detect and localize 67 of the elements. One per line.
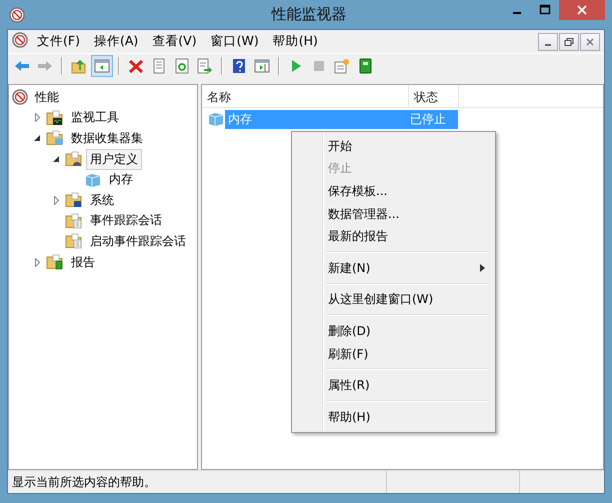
maximize-icon[interactable] [539, 4, 551, 16]
folder-icon [46, 130, 64, 146]
collapsed-arrow-icon[interactable] [34, 113, 40, 122]
tree-item[interactable]: 数据收集器集 [67, 128, 147, 149]
folder-up-icon [71, 58, 87, 74]
help-icon [231, 58, 247, 74]
new-item-icon [334, 58, 350, 74]
data-collector-set-icon [207, 111, 225, 127]
status-text: 显示当前所选内容的帮助。 [11, 474, 157, 491]
stop-icon [311, 58, 327, 74]
menu-item[interactable]: 保存模板... [294, 180, 493, 203]
toolbar-button[interactable] [91, 55, 113, 77]
menu-item[interactable]: 开始 [294, 135, 493, 158]
user-folder-icon [65, 151, 83, 168]
system-folder-icon [65, 192, 83, 208]
menu-item[interactable]: 窗口(W) [204, 31, 266, 52]
menu-item[interactable]: 文件(F) [30, 31, 87, 52]
menu-item[interactable]: 最新的报告 [294, 225, 493, 248]
export-list-icon [197, 58, 213, 74]
menu-item[interactable]: 属性(R) [294, 374, 493, 397]
data-collector-set-icon [84, 172, 102, 188]
column-header[interactable]: 名称 [202, 85, 409, 107]
report-folder-icon [46, 254, 64, 270]
expanded-arrow-icon[interactable] [53, 156, 59, 162]
collapsed-arrow-icon[interactable] [34, 258, 40, 267]
menu-item[interactable]: 帮助(H) [266, 31, 325, 52]
collapsed-arrow-icon[interactable] [54, 196, 58, 205]
trace-folder-icon [65, 233, 83, 250]
tree-item[interactable]: 用户定义 [86, 148, 142, 170]
gauge-icon [12, 89, 28, 106]
expanded-arrow-icon[interactable] [34, 135, 40, 142]
window-title: 性能监视器 [270, 5, 348, 24]
tree-item[interactable]: 内存 [105, 169, 137, 190]
back-arrow-icon [14, 58, 30, 74]
console-tree-icon [94, 58, 110, 74]
menu-item[interactable]: 帮助(H) [294, 406, 493, 429]
action-pane-icon [254, 58, 270, 74]
tree-item[interactable]: 系统 [86, 190, 118, 211]
menu-item[interactable]: 删除(D) [294, 320, 493, 343]
forward-arrow-icon [37, 58, 53, 74]
restore-icon[interactable] [563, 36, 575, 48]
close-button[interactable] [559, 0, 605, 20]
menu-item[interactable]: 数据管理器... [294, 202, 493, 226]
tree-item[interactable]: 事件跟踪会话 [86, 210, 166, 232]
tree-item[interactable]: 性能 [31, 86, 63, 108]
submenu-arrow-icon [480, 264, 485, 272]
refresh-icon [174, 58, 190, 74]
menu-item[interactable]: 刷新(F) [294, 342, 493, 366]
trace-folder-icon [65, 212, 83, 229]
restore-button[interactable] [559, 32, 579, 50]
menu-item[interactable]: 新建(N) [294, 256, 493, 280]
tree-item[interactable]: 监视工具 [67, 107, 123, 128]
menu-item[interactable]: 从这里创建窗口(W) [294, 288, 493, 312]
app-icon [9, 6, 25, 22]
close-button[interactable] [580, 32, 600, 50]
document-icon[interactable] [12, 32, 28, 48]
delete-icon [128, 58, 144, 74]
monitor-folder-icon [46, 110, 64, 126]
column-header[interactable]: 状态 [409, 85, 459, 107]
tree-item[interactable]: 启动事件跟踪会话 [86, 230, 190, 252]
properties-icon [151, 58, 167, 74]
book-icon [357, 58, 373, 74]
tree-item[interactable]: 报告 [67, 252, 99, 273]
menu-item[interactable]: 操作(A) [86, 31, 146, 52]
menu-item[interactable]: 查看(V) [145, 31, 204, 52]
close-icon[interactable] [576, 4, 588, 16]
close-icon[interactable] [584, 36, 596, 48]
